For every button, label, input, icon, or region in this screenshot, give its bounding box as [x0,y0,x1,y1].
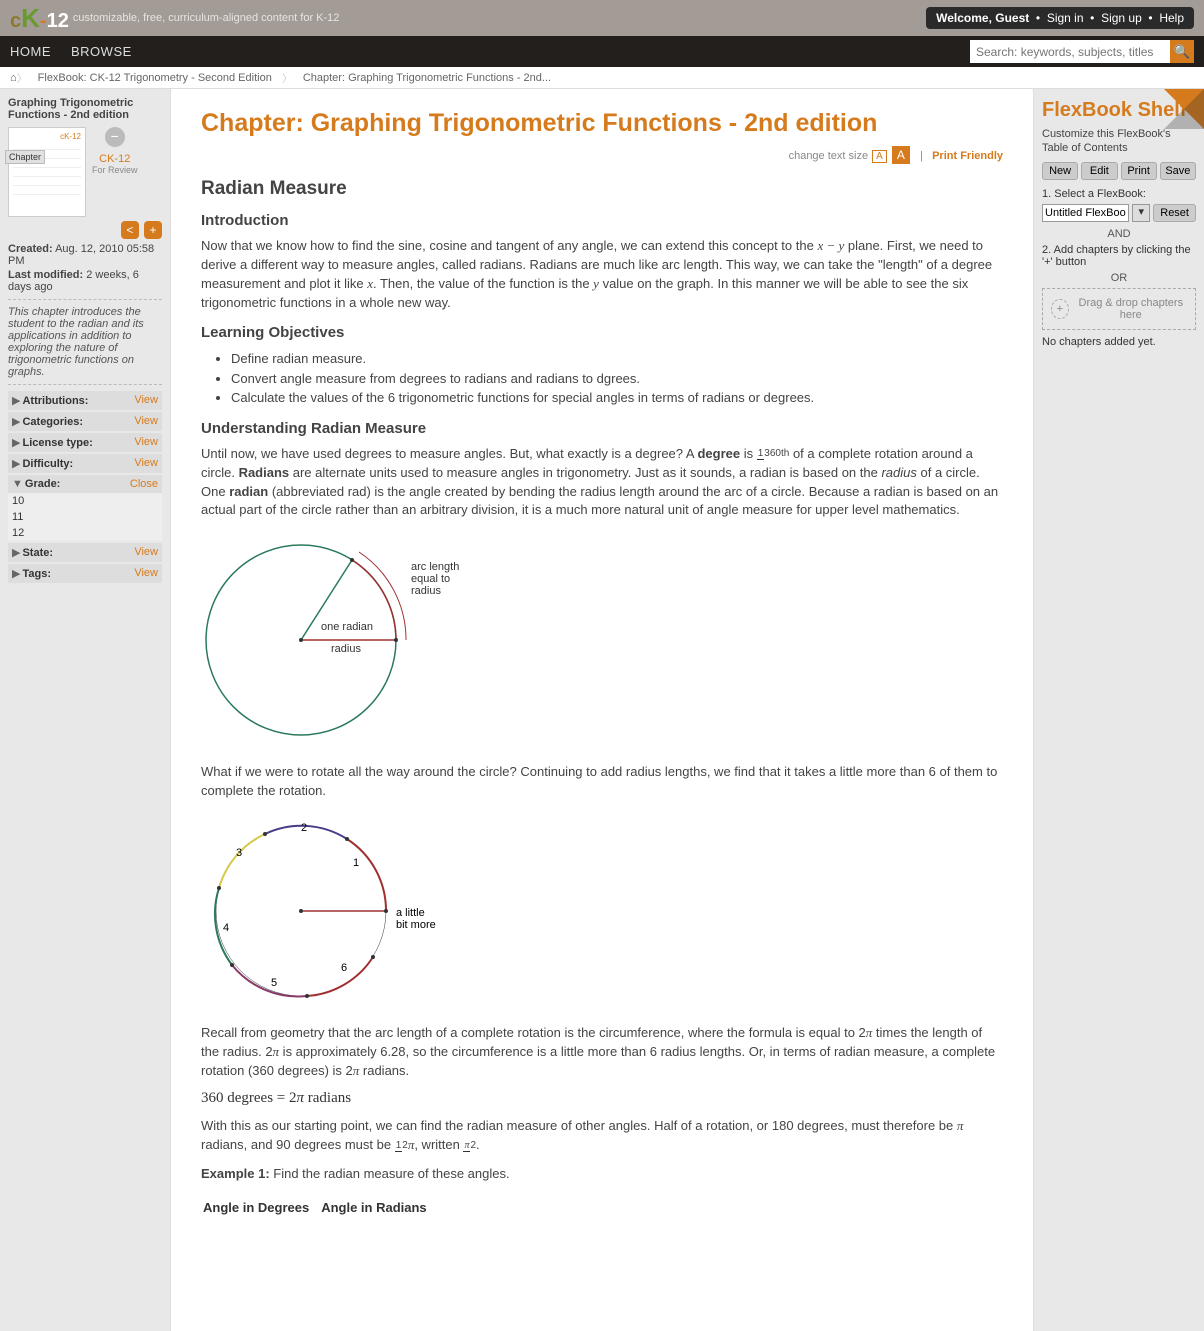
equation: 360 degrees = 2π radians [201,1090,1003,1107]
tags-row[interactable]: ▶Tags:View [8,564,162,583]
flexbook-select[interactable] [1042,204,1129,222]
categories-row[interactable]: ▶Categories:View [8,412,162,431]
print-link[interactable]: Print Friendly [932,150,1003,162]
or-text: OR [1042,272,1196,284]
search-button[interactable]: 🔍 [1170,40,1194,63]
step-text: 1. Select a FlexBook: [1042,188,1196,200]
nav-home[interactable]: HOME [10,44,51,59]
state-row[interactable]: ▶State:View [8,543,162,562]
print-button[interactable]: Print [1121,162,1157,180]
step-text: 2. Add chapters by clicking the '+' butt… [1042,244,1196,268]
grade-item[interactable]: 12 [8,525,162,541]
svg-text:arc length: arc length [411,561,459,573]
dropzone[interactable]: + Drag & drop chapters here [1042,288,1196,330]
attributions-row[interactable]: ▶Attributions:View [8,391,162,410]
paragraph: Example 1: Find the radian measure of th… [201,1165,1003,1184]
main-content: Chapter: Graphing Trigonometric Function… [170,89,1034,1331]
right-sidebar: FlexBook Shelf Customize this FlexBook's… [1034,89,1204,1331]
help-link[interactable]: Help [1159,11,1184,25]
account-links: Welcome, Guest • Sign in • Sign up • Hel… [926,7,1194,29]
paragraph: Now that we know how to find the sine, c… [201,237,1003,312]
breadcrumb-item: Chapter: Graphing Trigonometric Function… [293,72,561,84]
svg-text:radius: radius [411,585,441,597]
difficulty-row[interactable]: ▶Difficulty:View [8,454,162,473]
breadcrumb: ⌂ 〉 FlexBook: CK-12 Trigonometry - Secon… [0,67,1204,89]
welcome-text: Welcome, Guest [936,11,1029,25]
chapter-description: This chapter introduces the student to t… [8,306,162,378]
grade-item[interactable]: 10 [8,493,162,509]
svg-text:a little: a little [396,907,425,919]
subheading: Introduction [201,212,1003,229]
empty-message: No chapters added yet. [1042,336,1196,348]
section-heading: Radian Measure [201,178,1003,200]
new-button[interactable]: New [1042,162,1078,180]
text-size-small[interactable]: A [872,150,887,163]
signin-link[interactable]: Sign in [1047,11,1084,25]
objectives-list: Define radian measure. Convert angle mea… [231,349,1003,408]
angle-table: Angle in DegreesAngle in Radians [201,1194,439,1221]
logo[interactable]: cK-12 [10,3,69,34]
svg-text:5: 5 [271,977,277,989]
review-label: For Review [92,165,138,175]
grade-row[interactable]: ▼Grade:Close [8,475,162,493]
svg-text:bit more: bit more [396,919,436,931]
paragraph: What if we were to rotate all the way ar… [201,763,1003,801]
topbar: cK-12 customizable, free, curriculum-ali… [0,0,1204,36]
breadcrumb-item[interactable]: FlexBook: CK-12 Trigonometry - Second Ed… [28,72,282,84]
nav-browse[interactable]: BROWSE [71,44,132,59]
ck12-label: CK-12 [99,153,130,165]
paragraph: With this as our starting point, we can … [201,1117,1003,1155]
add-icon[interactable]: + [144,221,162,239]
chapter-title: Graphing Trigonometric Functions - 2nd e… [8,97,162,121]
chapter-label: Chapter [5,150,45,164]
share-icon[interactable]: < [121,221,139,239]
figure-rotation: 1 2 3 4 5 6 a little bit more [201,811,1003,1014]
and-text: AND [1042,228,1196,240]
license-row[interactable]: ▶License type:View [8,433,162,452]
remove-icon[interactable]: − [105,127,125,147]
svg-text:1: 1 [353,857,359,869]
page-curl-icon [1164,89,1204,129]
signup-link[interactable]: Sign up [1101,11,1142,25]
chapter-thumbnail[interactable]: cK-12 Chapter [8,127,86,217]
search-box: 🔍 [970,40,1194,63]
search-input[interactable] [970,40,1170,63]
page-title: Chapter: Graphing Trigonometric Function… [201,109,1003,138]
plus-icon: + [1051,299,1069,319]
svg-text:equal to: equal to [411,573,450,585]
svg-text:radius: radius [331,643,361,655]
dropdown-icon[interactable]: ▾ [1132,204,1150,222]
navbar: HOME BROWSE 🔍 [0,36,1204,67]
edit-button[interactable]: Edit [1081,162,1117,180]
svg-text:4: 4 [223,922,229,934]
svg-text:2: 2 [301,822,307,834]
grade-item[interactable]: 11 [8,509,162,525]
svg-text:6: 6 [341,962,347,974]
svg-text:one radian: one radian [321,621,373,633]
subheading: Learning Objectives [201,324,1003,341]
shelf-subtitle: Customize this FlexBook's Table of Conte… [1042,127,1196,156]
text-size-large[interactable]: A [892,146,910,164]
paragraph: Until now, we have used degrees to measu… [201,445,1003,520]
paragraph: Recall from geometry that the arc length… [201,1024,1003,1081]
left-sidebar: Graphing Trigonometric Functions - 2nd e… [0,89,170,1331]
reset-button[interactable]: Reset [1153,204,1196,222]
save-button[interactable]: Save [1160,162,1196,180]
text-size-controls: change text size A A | Print Friendly [201,146,1003,164]
tagline: customizable, free, curriculum-aligned c… [73,12,340,24]
home-icon[interactable]: ⌂ [10,72,17,84]
figure-radian: arc length equal to radius one radian ra… [201,530,1003,753]
subheading: Understanding Radian Measure [201,420,1003,437]
svg-text:3: 3 [236,847,242,859]
